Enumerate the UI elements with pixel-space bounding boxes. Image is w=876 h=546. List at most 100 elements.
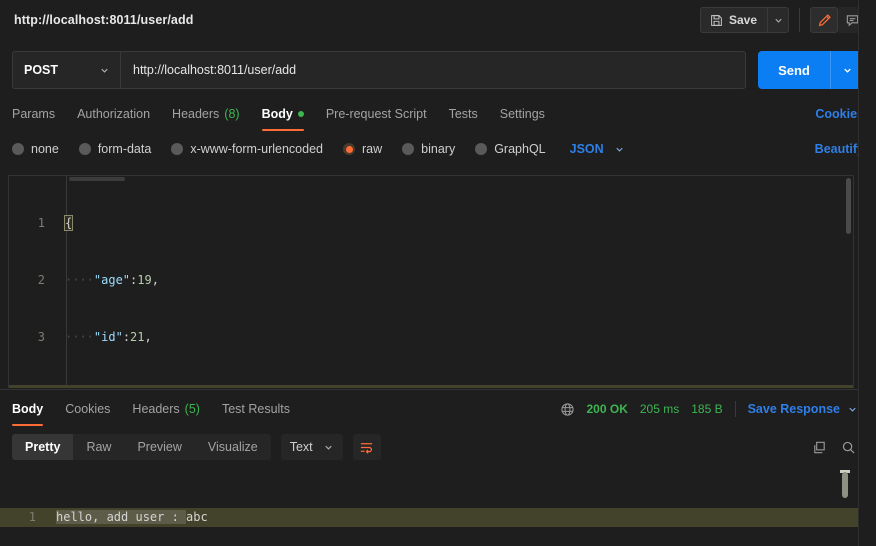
copy-button[interactable]	[812, 440, 827, 455]
response-view-raw[interactable]: Raw	[73, 434, 124, 460]
tab-settings[interactable]: Settings	[500, 98, 545, 130]
indent-guide: ····	[65, 387, 94, 388]
body-type-raw[interactable]: raw	[343, 142, 382, 156]
top-bar-actions: Save	[699, 0, 876, 40]
response-tab-body[interactable]: Body	[12, 393, 44, 426]
save-response-label: Save Response	[747, 402, 840, 416]
search-button[interactable]	[841, 440, 856, 455]
send-button-group: Send	[758, 51, 864, 89]
body-format-label: JSON	[569, 142, 604, 156]
tab-params[interactable]: Params	[12, 98, 55, 130]
response-view-switcher: Pretty Raw Preview Visualize	[12, 434, 271, 460]
status-divider	[734, 401, 736, 417]
body-type-raw-label: raw	[362, 142, 383, 156]
chevron-down-icon	[773, 15, 784, 26]
editor-horizontal-scrollbar[interactable]	[69, 177, 125, 181]
body-type-graphql[interactable]: GraphQL	[475, 142, 546, 156]
code-line: 2 ····"age":19,	[9, 271, 853, 290]
body-type-none-label: none	[31, 142, 59, 156]
body-type-binary[interactable]: binary	[402, 142, 455, 156]
body-type-none[interactable]: none	[12, 142, 59, 156]
pencil-icon	[817, 13, 832, 28]
radio-icon	[475, 143, 488, 155]
top-bar: http://localhost:8011/user/add Save	[0, 0, 876, 40]
response-text: abc	[186, 510, 208, 524]
body-format-select[interactable]: JSON	[570, 142, 625, 156]
save-options-button[interactable]	[767, 7, 789, 33]
request-body-editor[interactable]: 1 { 2 ····"age":19, 3 ····"id":21, 4 ···…	[8, 175, 854, 388]
tab-tests[interactable]: Tests	[449, 98, 478, 130]
body-type-row: none form-data x-www-form-urlencoded raw…	[0, 136, 876, 162]
response-tab-test-results-label: Test Results	[221, 402, 291, 416]
line-number: 4	[9, 385, 57, 388]
tab-settings-label: Settings	[499, 107, 545, 121]
chevron-down-icon	[842, 65, 853, 76]
body-type-form-data[interactable]: form-data	[78, 142, 152, 156]
json-number-value: 19	[137, 273, 152, 287]
code-line: 3 ····"id":21,	[9, 328, 853, 347]
status-code: 200 OK	[586, 402, 628, 416]
save-button[interactable]: Save	[699, 7, 767, 33]
toolbar-divider	[799, 8, 800, 32]
indent-guide: ····	[65, 330, 94, 344]
json-key: "name"	[94, 387, 137, 388]
postman-request-window: http://localhost:8011/user/add Save POST…	[0, 0, 876, 546]
tab-authorization-label: Authorization	[77, 107, 151, 121]
save-response-button[interactable]: Save Response	[748, 402, 858, 416]
response-view-visualize[interactable]: Visualize	[195, 434, 271, 460]
json-colon: :	[122, 330, 131, 344]
json-open-brace: {	[63, 215, 74, 231]
body-type-x-www-form-urlencoded[interactable]: x-www-form-urlencoded	[171, 142, 323, 156]
response-tab-cookies[interactable]: Cookies	[65, 393, 110, 425]
body-type-form-data-label: form-data	[97, 142, 152, 156]
response-tabs: Body Cookies Headers (5) Test Results 20…	[0, 393, 876, 426]
radio-icon	[402, 143, 415, 155]
response-size: 185 B	[691, 402, 723, 416]
response-tab-cookies-label: Cookies	[65, 402, 111, 416]
response-line: 1 hello, add user : abc	[0, 508, 876, 527]
tab-headers-count: (8)	[224, 107, 240, 121]
globe-icon	[560, 402, 575, 417]
tab-body[interactable]: Body	[261, 98, 305, 131]
request-json-code: 1 { 2 ····"age":19, 3 ····"id":21, 4 ···…	[9, 176, 853, 388]
tab-tests-label: Tests	[448, 107, 478, 121]
response-tab-headers-count: (5)	[184, 402, 200, 416]
response-view-preview[interactable]: Preview	[124, 434, 194, 460]
beautify-link[interactable]: Beautify	[815, 142, 864, 156]
tab-pre-request-script[interactable]: Pre-request Script	[326, 98, 427, 130]
line-number: 3	[37, 330, 45, 344]
body-type-x-www-form-urlencoded-label: x-www-form-urlencoded	[190, 142, 323, 156]
url-input[interactable]: http://localhost:8011/user/add	[120, 51, 746, 89]
line-number: 1	[37, 216, 45, 230]
response-toolbar-actions	[812, 440, 864, 455]
json-colon: :	[137, 387, 144, 388]
code-line-active: 4 ····"name":"abc"	[9, 385, 853, 388]
url-bar: POST http://localhost:8011/user/add Send	[0, 46, 876, 94]
url-input-value: http://localhost:8011/user/add	[133, 63, 297, 77]
response-time: 205 ms	[639, 402, 680, 416]
chevron-down-icon	[99, 65, 110, 76]
response-tab-test-results[interactable]: Test Results	[222, 393, 290, 425]
response-view-pretty[interactable]: Pretty	[12, 434, 74, 460]
http-method-select[interactable]: POST	[12, 51, 120, 89]
panel-splitter[interactable]	[0, 389, 876, 390]
radio-icon	[78, 143, 91, 155]
tab-headers[interactable]: Headers (8)	[172, 98, 240, 130]
save-button-label: Save	[728, 13, 757, 27]
body-type-graphql-label: GraphQL	[494, 142, 546, 156]
response-vertical-scrollbar[interactable]	[842, 472, 848, 498]
radio-icon	[12, 143, 24, 155]
response-text-selected: hello, add user :	[56, 510, 187, 524]
send-button[interactable]: Send	[758, 51, 830, 89]
tab-authorization[interactable]: Authorization	[77, 98, 150, 130]
response-tab-headers[interactable]: Headers (5)	[132, 393, 200, 425]
request-title: http://localhost:8011/user/add	[14, 13, 194, 27]
wrap-lines-button[interactable]	[352, 434, 381, 460]
tab-body-label: Body	[261, 107, 293, 121]
response-body-viewer[interactable]: 1 hello, add user : abc	[0, 470, 876, 546]
response-toolbar: Pretty Raw Preview Visualize Text	[0, 430, 876, 464]
response-format-select[interactable]: Text	[280, 434, 343, 460]
cookies-link[interactable]: Cookies	[815, 107, 864, 121]
edit-request-button[interactable]	[810, 7, 838, 33]
json-number-value: 21	[130, 330, 145, 344]
